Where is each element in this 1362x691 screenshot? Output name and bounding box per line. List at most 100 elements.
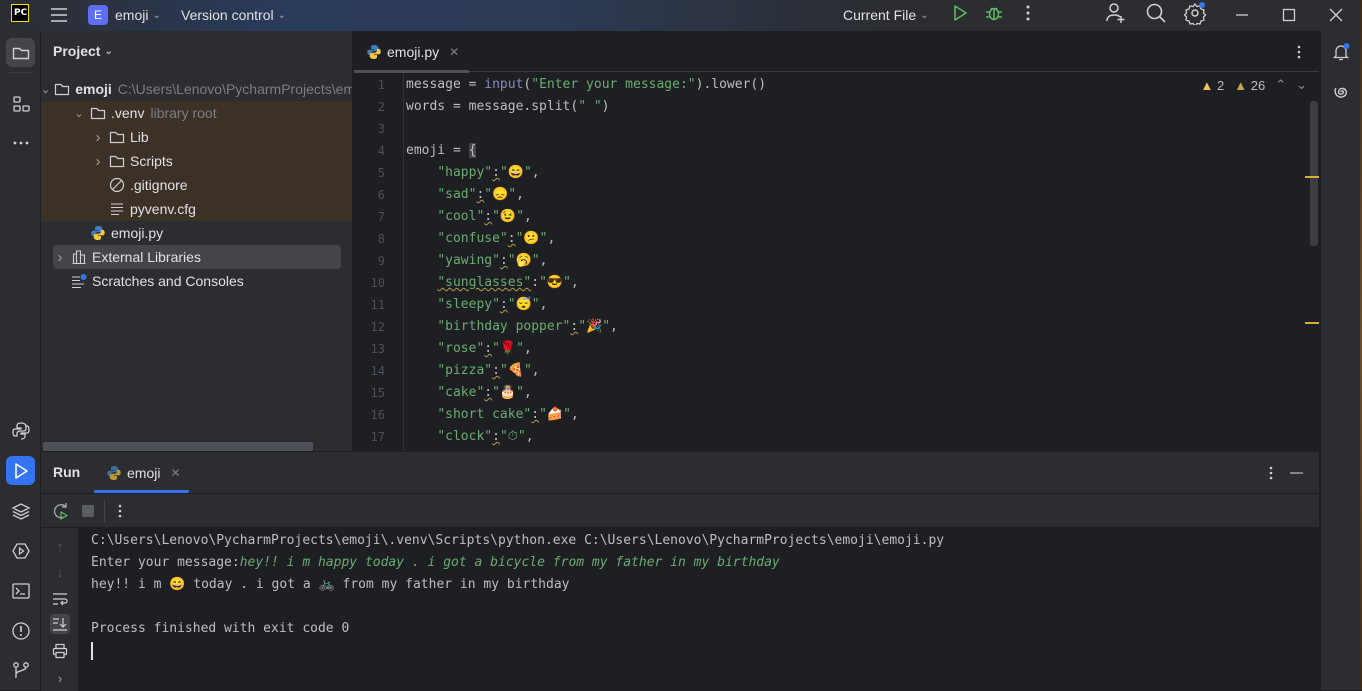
warning-stripe-marker[interactable]: [1305, 176, 1319, 178]
code-token: ): [601, 99, 610, 114]
expand-toolbar-button[interactable]: ›: [50, 668, 70, 688]
code-line: "happy":"😄",: [406, 162, 539, 184]
warning-count[interactable]: ▲ 2: [1200, 78, 1224, 93]
editor-vertical-scrollbar[interactable]: [1310, 101, 1318, 246]
console-command-line: C:\Users\Lenovo\PycharmProjects\emoji\.v…: [91, 533, 945, 548]
tree-item-venv[interactable]: ⌄ .venv library root: [41, 101, 352, 125]
code-token: ,: [570, 275, 579, 290]
settings-button[interactable]: [1184, 1, 1208, 25]
tree-item-scratches-and-consoles[interactable]: Scratches and Consoles: [41, 269, 352, 293]
code-token: :: [484, 341, 493, 356]
chevron-right-icon[interactable]: ›: [91, 129, 105, 146]
code-with-me-button[interactable]: [1105, 2, 1127, 24]
print-button[interactable]: [50, 641, 70, 661]
close-window-button[interactable]: [1326, 5, 1346, 25]
tree-item-emoji[interactable]: ⌄ emoji C:\Users\Lenovo\PycharmProjects\em…: [41, 77, 352, 101]
project-tool-button[interactable]: [6, 38, 35, 67]
python-console-button[interactable]: [6, 416, 35, 445]
code-token: {: [468, 143, 477, 158]
code-token: ,: [570, 407, 579, 422]
services-tool-button[interactable]: [6, 536, 35, 565]
spiral-icon: [1334, 87, 1348, 98]
line-number: 1: [377, 78, 385, 92]
line-number: 13: [370, 342, 385, 356]
line-number: 10: [370, 276, 385, 290]
search-button[interactable]: [1145, 2, 1167, 24]
git-tool-button[interactable]: [6, 655, 35, 684]
editor-tabs-more-button[interactable]: [1289, 42, 1309, 62]
chevron-right-icon[interactable]: ›: [53, 249, 67, 266]
code-area[interactable]: message = input("Enter your message:").l…: [406, 73, 1259, 451]
soft-wrap-button[interactable]: [50, 589, 70, 609]
code-token: "😕": [515, 231, 548, 246]
code-token: ,: [525, 429, 534, 444]
notifications-button[interactable]: [1331, 42, 1351, 62]
code-token: "short cake": [437, 407, 532, 422]
layers-tool-button[interactable]: [6, 496, 35, 525]
code-token: "happy": [437, 165, 493, 180]
run-button[interactable]: [950, 3, 970, 23]
chevron-down-icon[interactable]: ⌄: [41, 83, 50, 96]
close-tab-icon[interactable]: ✕: [449, 45, 459, 59]
tree-item-label: emoji: [75, 81, 112, 97]
close-tab-icon[interactable]: ✕: [170, 466, 180, 480]
hide-panel-button[interactable]: [1287, 463, 1307, 483]
more-tools-button[interactable]: [6, 128, 35, 157]
more-actions-button[interactable]: [1018, 3, 1038, 23]
stop-button[interactable]: [78, 501, 98, 521]
line-number: 6: [377, 188, 385, 202]
run-config-selector[interactable]: Current File ⌄: [843, 5, 929, 25]
services-icon: [11, 542, 30, 559]
tree-item-gitignore[interactable]: .gitignore: [41, 173, 352, 197]
scroll-down-button[interactable]: ↓: [50, 562, 70, 582]
tree-item-external-libraries[interactable]: › External Libraries: [53, 245, 341, 269]
warning-stripe-marker[interactable]: [1305, 322, 1319, 324]
tree-item-lib[interactable]: › Lib: [41, 125, 352, 149]
scroll-up-button[interactable]: ↑: [50, 536, 70, 556]
next-highlight-icon[interactable]: ⌄: [1296, 77, 1307, 93]
code-token: :: [484, 209, 493, 224]
code-line: "cake":"🎂",: [406, 382, 531, 404]
project-panel: Project ⌄ ⌄ emoji C:\Users\Lenovo\PycharmP…: [41, 31, 353, 451]
weak-warning-count[interactable]: ▲ 26: [1234, 78, 1265, 93]
tree-item-pyvenv-cfg[interactable]: pyvenv.cfg: [41, 197, 352, 221]
structure-tool-button[interactable]: [6, 89, 35, 118]
project-switcher[interactable]: E emoji ⌄: [88, 5, 161, 25]
add-user-icon: [1106, 3, 1125, 23]
python-file-icon: [106, 465, 122, 481]
run-toolbar-more-button[interactable]: [110, 501, 130, 521]
problems-tool-button[interactable]: [6, 616, 35, 645]
code-token: "🎂": [492, 385, 524, 400]
version-control-menu[interactable]: Version control ⌄: [181, 5, 286, 25]
run-panel-options-button[interactable]: [1261, 463, 1281, 483]
tab-emoji-py[interactable]: emoji.py ✕: [354, 31, 469, 73]
terminal-tool-button[interactable]: [6, 576, 35, 605]
rerun-button[interactable]: [51, 501, 71, 521]
minimize-button[interactable]: [1232, 5, 1252, 25]
horizontal-scrollbar[interactable]: [43, 442, 313, 451]
console-user-input: hey!! i m happy today . i got a bicycle …: [239, 555, 780, 570]
main-menu-button[interactable]: [49, 5, 69, 25]
run-tab-emoji[interactable]: emoji ✕: [94, 452, 189, 494]
scratches-icon: [71, 273, 87, 289]
inspection-widget[interactable]: ▲ 2 ▲ 26 ⌃ ⌄: [1200, 77, 1307, 93]
debug-button[interactable]: [984, 3, 1004, 23]
scroll-to-end-button[interactable]: [50, 614, 70, 634]
ai-assistant-button[interactable]: [1331, 82, 1351, 102]
chevron-down-icon[interactable]: ⌄: [72, 107, 86, 120]
chevron-right-icon[interactable]: ›: [91, 153, 105, 170]
console-output[interactable]: C:\Users\Lenovo\PycharmProjects\emoji\.v…: [91, 530, 1319, 662]
previous-highlight-icon[interactable]: ⌃: [1275, 77, 1286, 93]
console-input-line[interactable]: [91, 640, 1319, 662]
code-line: message = input("Enter your message:").l…: [406, 74, 766, 96]
tree-item-emoji-py[interactable]: emoji.py: [41, 221, 352, 245]
title-bar: PC E emoji ⌄ Version control ⌄ Current F…: [0, 0, 1362, 31]
project-panel-header[interactable]: Project ⌄: [41, 31, 352, 71]
maximize-button[interactable]: [1279, 5, 1299, 25]
code-token: "sunglasses": [437, 275, 532, 290]
tree-item-scripts[interactable]: › Scripts: [41, 149, 352, 173]
run-tool-button[interactable]: [6, 456, 35, 485]
code-token: ,: [547, 231, 556, 246]
